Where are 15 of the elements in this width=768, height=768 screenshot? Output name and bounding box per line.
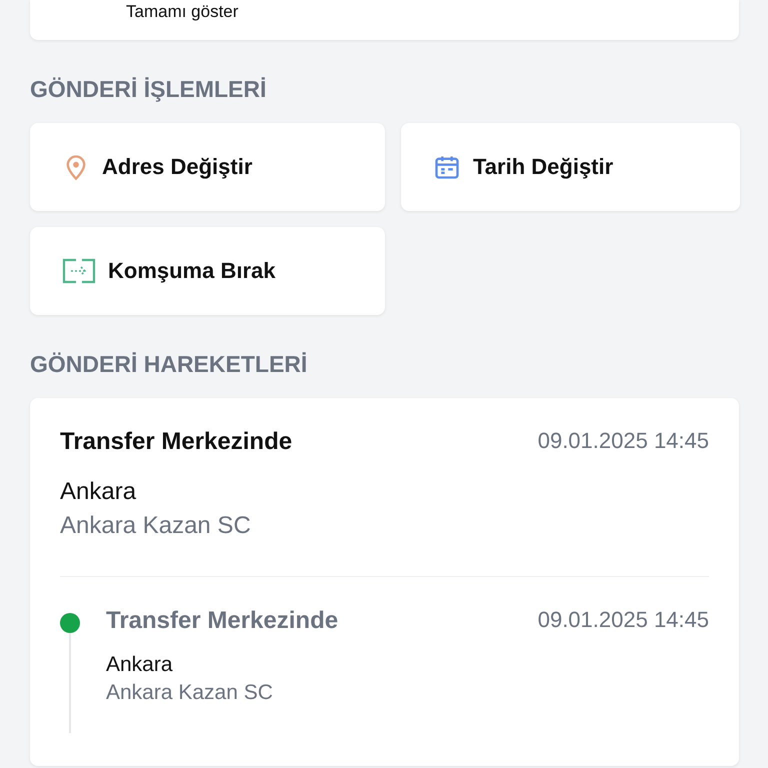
date-time: 09.01.2025 14:45 [538, 428, 709, 454]
city-name: Ankara [106, 653, 174, 677]
status-title: Transfer Merkezinde [106, 607, 338, 635]
action-button[interactable]: Adres Değiştir [30, 123, 385, 211]
section-title: GÖNDERİ HAREKETLERİ [30, 351, 308, 377]
date-time: 09.01.2025 14:45 [538, 607, 709, 633]
city-name: Ankara [60, 478, 138, 506]
branch-name: Ankara Kazan SC [106, 681, 274, 705]
action-button[interactable]: Tarih Değiştir [401, 123, 740, 211]
status-title: Transfer Merkezinde [60, 428, 292, 456]
branch-name: Ankara Kazan SC [60, 512, 252, 540]
show-all-link[interactable]: Tamamı göster [126, 0, 238, 22]
transfer-icon [62, 258, 96, 284]
section-title: GÖNDERİ İŞLEMLERİ [30, 76, 268, 102]
action-button[interactable]: Komşuma Bırak [30, 227, 385, 315]
